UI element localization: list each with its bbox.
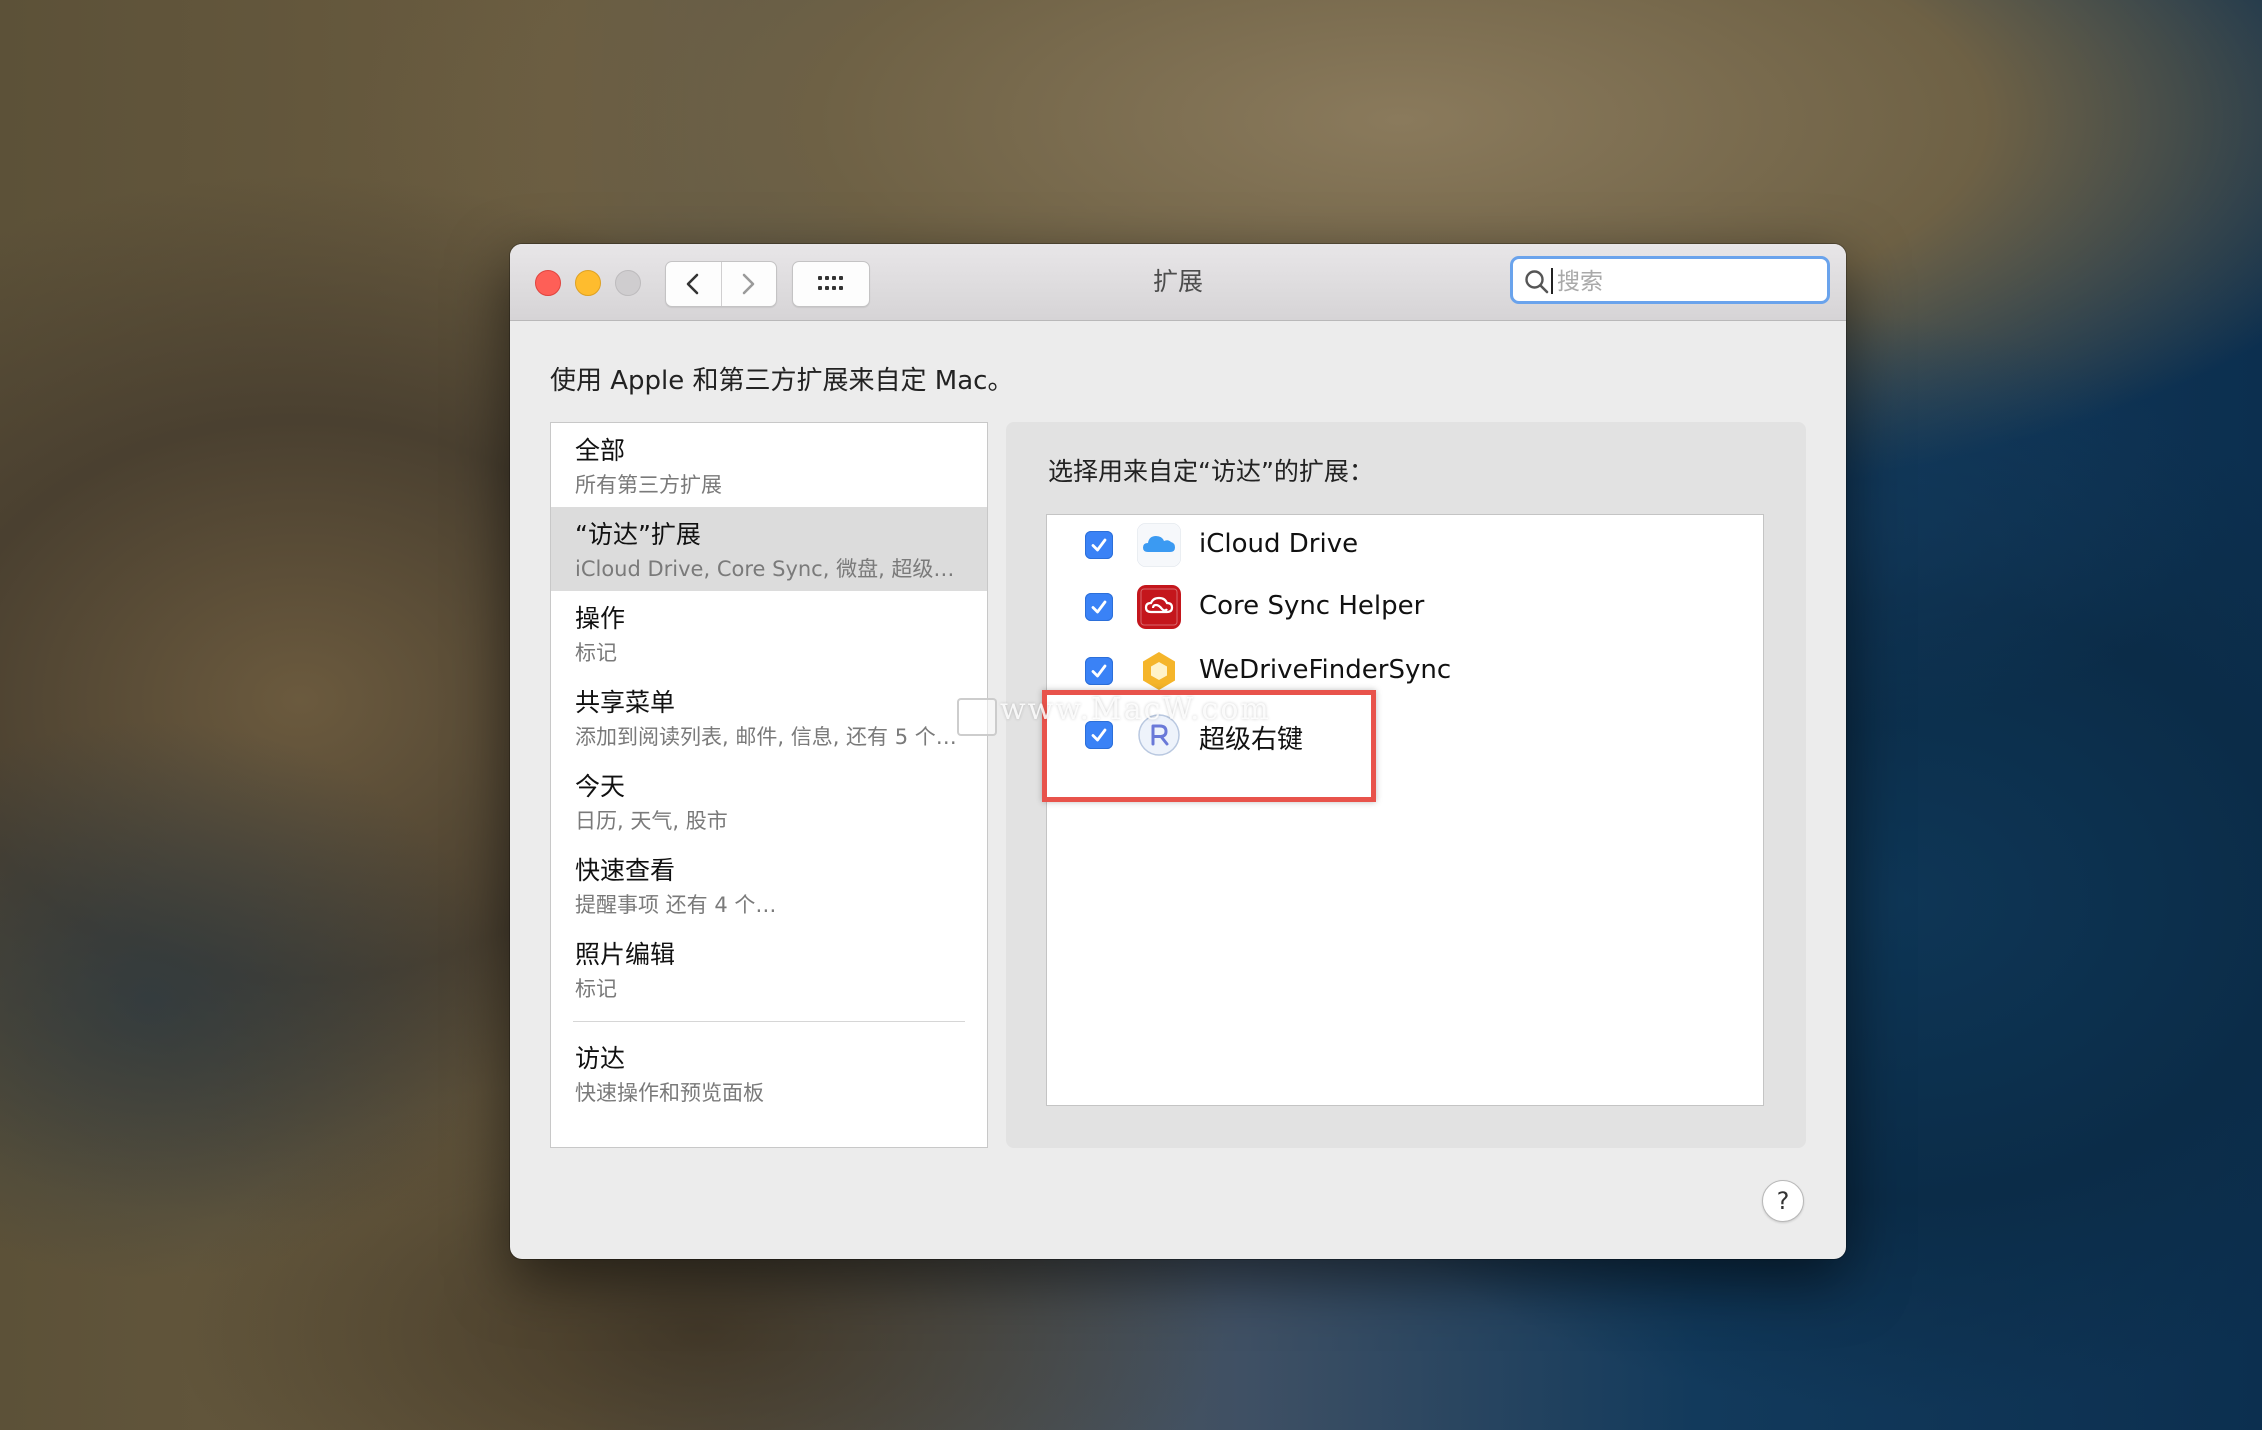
sidebar-item-quick-look[interactable]: 快速查看 提醒事项 还有 4 个…	[551, 843, 987, 927]
checkmark-icon	[1091, 728, 1107, 742]
show-all-button[interactable]	[792, 261, 870, 307]
sidebar-item-title: 共享菜单	[575, 688, 676, 717]
navigation-buttons	[665, 261, 777, 307]
description-text: 使用 Apple 和第三方扩展来自定 Mac。	[550, 366, 1014, 396]
sidebar-item-title: 今天	[575, 772, 626, 801]
sidebar-item-title: 访达	[575, 1044, 626, 1073]
titlebar: 扩展	[510, 244, 1846, 321]
panel-title: 选择用来自定“访达”的扩展：	[1048, 457, 1374, 486]
search-input[interactable]	[1555, 265, 1819, 299]
sidebar-divider	[573, 1021, 965, 1022]
sidebar-item-all[interactable]: 全部 所有第三方扩展	[551, 423, 987, 507]
sidebar-item-subtitle: 提醒事项 还有 4 个…	[575, 893, 777, 917]
sidebar-item-subtitle: 快速操作和预览面板	[575, 1081, 764, 1105]
icloud-icon	[1137, 523, 1181, 567]
checkmark-icon	[1091, 664, 1107, 678]
sidebar-item-title: 快速查看	[575, 856, 676, 885]
extension-name: Core Sync Helper	[1199, 591, 1425, 621]
extension-category-list: 全部 所有第三方扩展 “访达”扩展 iCloud Drive, Core Syn…	[550, 422, 988, 1148]
zoom-button[interactable]	[615, 270, 641, 296]
extension-name: WeDriveFinderSync	[1199, 655, 1452, 685]
extension-checkbox[interactable]	[1085, 657, 1113, 685]
sidebar-item-title: 操作	[575, 604, 626, 633]
back-button[interactable]	[666, 262, 722, 306]
sidebar-item-subtitle: 日历, 天气, 股市	[575, 809, 728, 833]
text-caret	[1551, 268, 1553, 294]
super-right-click-icon	[1138, 714, 1180, 756]
sidebar-item-subtitle: 添加到阅读列表, 邮件, 信息, 还有 5 个…	[575, 725, 957, 749]
search-icon	[1525, 270, 1549, 294]
help-button[interactable]: ?	[1762, 1180, 1804, 1222]
grid-icon	[818, 276, 843, 290]
sidebar-item-title: 照片编辑	[575, 940, 676, 969]
preferences-window: 扩展 使用 Apple 和第三方扩展来自定 Mac。 全部 所有第三方扩展 “访…	[510, 244, 1846, 1259]
minimize-button[interactable]	[575, 270, 601, 296]
extension-name: iCloud Drive	[1199, 529, 1359, 559]
list-item: WeDriveFinderSync	[1047, 641, 1763, 701]
close-button[interactable]	[535, 270, 561, 296]
extension-checkbox[interactable]	[1085, 721, 1113, 749]
checkmark-icon	[1091, 538, 1107, 552]
sidebar-item-finder-extensions[interactable]: “访达”扩展 iCloud Drive, Core Sync, 微盘, 超级…	[551, 507, 987, 591]
sidebar-item-title: 全部	[575, 436, 626, 465]
sidebar-item-share-menu[interactable]: 共享菜单 添加到阅读列表, 邮件, 信息, 还有 5 个…	[551, 675, 987, 759]
sidebar-item-photos-editing[interactable]: 照片编辑 标记	[551, 927, 987, 1011]
creative-cloud-icon	[1137, 585, 1181, 629]
forward-button[interactable]	[721, 262, 776, 306]
sidebar-item-title: “访达”扩展	[575, 520, 701, 549]
checkmark-icon	[1091, 600, 1107, 614]
extension-detail-panel: 选择用来自定“访达”的扩展： iCloud Drive Core Sync He…	[1006, 422, 1806, 1148]
list-item: Core Sync Helper	[1047, 577, 1763, 637]
chevron-left-icon	[686, 273, 699, 295]
sidebar-item-subtitle: 所有第三方扩展	[575, 473, 722, 497]
sidebar-item-subtitle: 标记	[575, 641, 617, 665]
sidebar-item-actions[interactable]: 操作 标记	[551, 591, 987, 675]
sidebar-item-finder[interactable]: 访达 快速操作和预览面板	[551, 1031, 987, 1115]
sidebar-item-subtitle: 标记	[575, 977, 617, 1001]
extension-checkbox[interactable]	[1085, 593, 1113, 621]
extension-checkbox[interactable]	[1085, 531, 1113, 559]
search-field[interactable]	[1510, 256, 1830, 304]
sidebar-item-today[interactable]: 今天 日历, 天气, 股市	[551, 759, 987, 843]
wedrive-icon	[1143, 652, 1175, 690]
list-item: 超级右键	[1047, 705, 1763, 765]
extension-name: 超级右键	[1199, 725, 1304, 755]
sidebar-item-subtitle: iCloud Drive, Core Sync, 微盘, 超级…	[575, 557, 955, 581]
list-item: iCloud Drive	[1047, 515, 1763, 575]
extension-list: iCloud Drive Core Sync Helper WeDriveFin…	[1046, 514, 1764, 1106]
chevron-right-icon	[742, 273, 755, 295]
